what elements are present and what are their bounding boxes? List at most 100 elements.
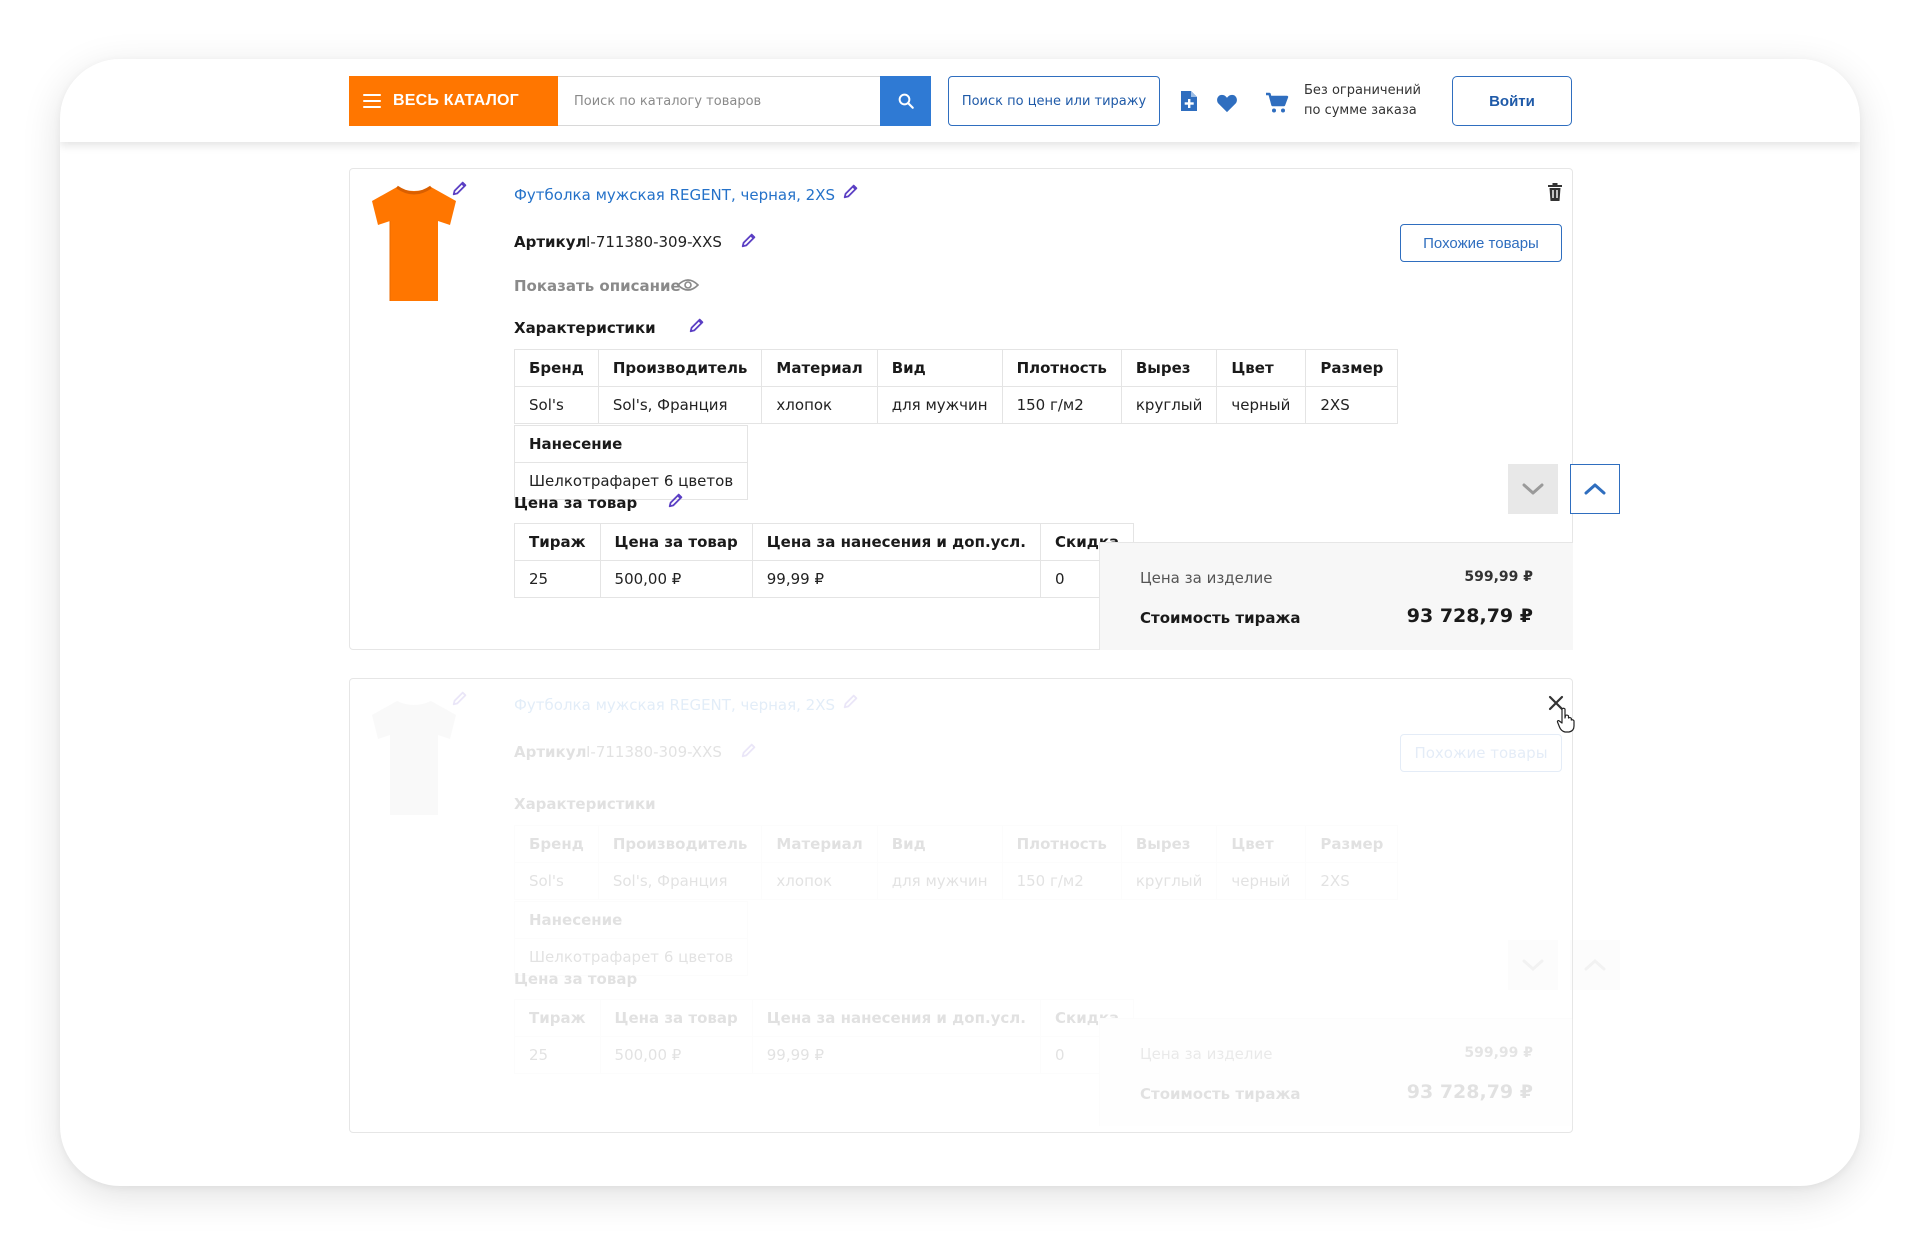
eye-icon[interactable]: [677, 278, 699, 292]
edit-image-pencil-icon: [452, 691, 467, 706]
sku-label: Артикул: [514, 233, 587, 251]
promo-text: Без ограничений по сумме заказа: [1304, 81, 1454, 121]
chevron-down-icon: [1522, 959, 1544, 972]
edit-characteristics-pencil-icon[interactable]: [688, 316, 706, 334]
sku-label: Артикул: [514, 743, 587, 761]
price-summary: Цена за изделие 599,99 ₽ Стоимость тираж…: [1099, 1018, 1573, 1126]
table-header-cell: Размер: [1305, 349, 1399, 387]
table-header-cell: Нанесение: [513, 425, 749, 463]
add-document-icon[interactable]: [1178, 89, 1200, 113]
total-value: 93 728,79 ₽: [1406, 605, 1533, 627]
table-cell: 150 г/м2: [1001, 386, 1122, 424]
expand-up-button: [1570, 940, 1620, 990]
product-image[interactable]: [364, 179, 464, 309]
table-header-cell: Плотность: [1001, 825, 1122, 863]
product-card: Футболка мужская REGENT, черная, 2XS Арт…: [349, 168, 1620, 650]
table-header-cell: Производитель: [597, 825, 763, 863]
table-row: Тираж Цена за товар Цена за нанесения и …: [514, 999, 1135, 1037]
price-table: Тираж Цена за товар Цена за нанесения и …: [514, 523, 1135, 598]
table-cell: круглый: [1120, 862, 1218, 900]
total-label: Стоимость тиража: [1140, 609, 1301, 627]
expand-up-button[interactable]: [1570, 464, 1620, 514]
search-button[interactable]: [880, 76, 931, 126]
catalog-button[interactable]: ВЕСЬ КАТАЛОГ: [349, 76, 558, 126]
menu-icon: [363, 94, 381, 108]
characteristics-title: Характеристики: [514, 795, 656, 813]
table-header-cell: Бренд: [514, 349, 599, 387]
header: ВЕСЬ КАТАЛОГ Поиск по цене или тиражу Б: [60, 59, 1860, 142]
promo-line-2: по сумме заказа: [1304, 103, 1417, 118]
edit-sku-pencil-icon[interactable]: [740, 231, 758, 249]
table-cell: Sol's: [514, 862, 599, 900]
login-button[interactable]: Войти: [1452, 76, 1572, 126]
table-row: Нанесение: [513, 901, 749, 939]
table-cell: 99,99 ₽: [751, 1036, 1042, 1074]
product-image: [372, 701, 456, 815]
table-cell: для мужчин: [876, 862, 1003, 900]
search-input[interactable]: [558, 76, 880, 126]
application-table: Нанесение Шелкотрафарет 6 цветов: [513, 425, 749, 500]
table-cell: для мужчин: [876, 386, 1003, 424]
table-cell: 2XS: [1305, 862, 1399, 900]
table-row: Бренд Производитель Материал Вид Плотнос…: [514, 825, 1399, 863]
table-header-cell: Цвет: [1216, 349, 1307, 387]
table-header-cell: Материал: [761, 349, 878, 387]
table-header-cell: Тираж: [514, 523, 601, 561]
price-title: Цена за товар: [514, 970, 638, 988]
promo-line-1: Без ограничений: [1304, 83, 1421, 98]
table-header-cell: Вид: [876, 825, 1003, 863]
table-header-cell: Цена за товар: [599, 523, 753, 561]
table-header-cell: Производитель: [597, 349, 763, 387]
similar-products-button[interactable]: Похожие товары: [1400, 224, 1562, 262]
table-cell: 2XS: [1305, 386, 1399, 424]
table-cell: черный: [1216, 386, 1307, 424]
table-cell: Sol's, Франция: [597, 862, 763, 900]
table-header-cell: Вид: [876, 349, 1003, 387]
edit-sku-pencil-icon: [741, 743, 756, 758]
table-cell: Sol's: [514, 386, 599, 424]
collapse-down-button[interactable]: [1508, 464, 1558, 514]
unit-price-label: Цена за изделие: [1140, 1045, 1273, 1063]
trash-icon[interactable]: [1547, 183, 1563, 201]
price-search-button[interactable]: Поиск по цене или тиражу: [948, 76, 1160, 126]
edit-image-pencil-icon[interactable]: [451, 179, 469, 197]
show-description-link[interactable]: Показать описание: [514, 277, 681, 295]
product-title-link: Футболка мужская REGENT, черная, 2XS: [514, 696, 835, 714]
table-header-cell: Бренд: [514, 825, 599, 863]
chevron-up-icon: [1584, 483, 1606, 495]
table-row: 25 500,00 ₽ 99,99 ₽ 0: [514, 560, 1135, 598]
table-header-cell: Цвет: [1216, 825, 1307, 863]
product-title-link[interactable]: Футболка мужская REGENT, черная, 2XS: [514, 186, 835, 204]
characteristics-title: Характеристики: [514, 319, 656, 337]
unit-price-value: 599,99 ₽: [1464, 1045, 1533, 1061]
table-header-cell: Материал: [761, 825, 878, 863]
table-row: Тираж Цена за товар Цена за нанесения и …: [514, 523, 1135, 561]
collapse-down-button: [1508, 940, 1558, 990]
catalog-button-label: ВЕСЬ КАТАЛОГ: [393, 92, 519, 109]
hand-cursor-icon: [1556, 707, 1575, 733]
table-cell: хлопок: [761, 386, 878, 424]
table-cell: 500,00 ₽: [599, 560, 753, 598]
table-row: Бренд Производитель Материал Вид Плотнос…: [514, 349, 1399, 387]
table-header-cell: Размер: [1305, 825, 1399, 863]
table-cell: 500,00 ₽: [599, 1036, 753, 1074]
price-title: Цена за товар: [514, 494, 638, 512]
table-row: Sol's Sol's, Франция хлопок для мужчин 1…: [514, 386, 1399, 424]
total-value: 93 728,79 ₽: [1406, 1081, 1533, 1103]
sku-value: I-711380-309-XXS: [586, 233, 722, 251]
table-cell: 25: [514, 1036, 601, 1074]
table-cell: 99,99 ₽: [751, 560, 1042, 598]
cart-icon[interactable]: [1265, 92, 1289, 114]
edit-price-pencil-icon[interactable]: [667, 491, 685, 509]
table-header-cell: Плотность: [1001, 349, 1122, 387]
heart-icon[interactable]: [1216, 93, 1238, 113]
table-header-cell: Цена за товар: [599, 999, 753, 1037]
table-row: Sol's Sol's, Франция хлопок для мужчин 1…: [514, 862, 1399, 900]
edit-title-pencil-icon[interactable]: [842, 182, 860, 200]
table-cell: круглый: [1120, 386, 1218, 424]
table-cell: Sol's, Франция: [597, 386, 763, 424]
search-icon: [898, 93, 914, 109]
chevron-down-icon: [1522, 483, 1544, 495]
table-header-cell: Цена за нанесения и доп.усл.: [751, 523, 1042, 561]
table-header-cell: Вырез: [1120, 349, 1218, 387]
